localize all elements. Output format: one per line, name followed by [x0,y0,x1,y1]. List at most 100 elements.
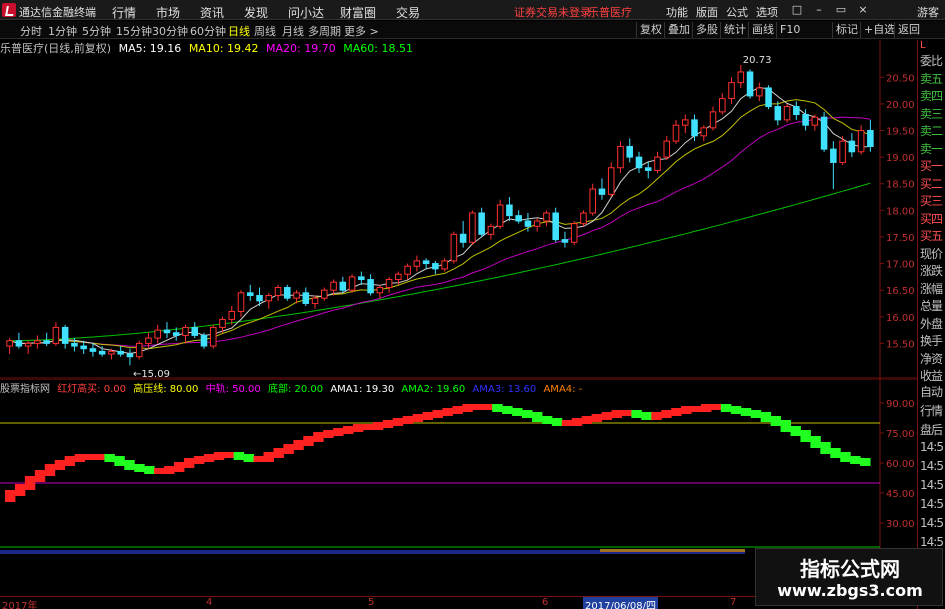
menu-hangqing[interactable]: 行情 [112,4,136,21]
indicator-item-2: 高压线: 80.00 [133,384,199,395]
candlestick-chart[interactable]: 20.50 20.00 19.50 19.00 18.50 18.00 17.50 17.00… [0,40,917,379]
user-guest[interactable]: 游客 [917,4,939,20]
menu-shichang[interactable]: 市场 [156,4,180,21]
window-minimize-icon[interactable]: – [812,3,826,17]
menu-banmian[interactable]: 版面 [696,4,718,20]
candle-down [524,220,532,227]
candle-up [607,167,615,195]
tab-fenshi[interactable]: 分时 [20,23,42,39]
candle-up [450,233,458,262]
tab-monthly[interactable]: 月线 [282,23,304,39]
candle-up [672,124,680,142]
candle-down [635,156,643,169]
candle-up [108,350,115,355]
indicator-bar-up [601,412,613,420]
period-toolbar: 分时 1分钟 5分钟 15分钟 30分钟 60分钟 日线 周线 月线 多周期 更… [0,21,945,39]
indicator-bar-up [343,426,354,434]
indicator-item-7: AMA3: 13.60 [472,384,537,395]
candle-up [700,127,708,137]
candle-up [330,281,337,291]
menu-wenxiaoda[interactable]: 问小达 [288,4,324,21]
candle-down [367,279,374,294]
menu-xuanxiang[interactable]: 选项 [756,4,778,20]
candle-up [756,87,763,97]
indicator-bar-up [691,406,702,412]
tab-15min[interactable]: 15分钟 [116,23,152,39]
fuquan-button[interactable]: 复权 [636,22,665,38]
candle-up [617,145,624,169]
window-close-icon[interactable]: × [856,3,870,17]
back-button[interactable]: 返回 [894,22,923,38]
indicator-item-1: 红灯高买: 0.00 [57,384,127,395]
stats-button[interactable]: 统计 [720,22,749,38]
indicator-bar-up [203,454,215,462]
watermark-url: www.zbgs3.com [777,581,923,600]
indicator-bar-down [124,460,135,470]
tab-60min[interactable]: 60分钟 [190,23,226,39]
menu-jiaoyi[interactable]: 交易 [396,4,420,21]
f10-button[interactable]: F10 [776,22,803,38]
main-chart-header: 乐普医疗(日线,前复权) MA5: 19.16 MA10: 19.42 MA20… [0,40,417,55]
date-tick: 2017年 [2,601,38,609]
low-annotation: ←15.09 [133,369,170,379]
login-status[interactable]: 证券交易未登录 [514,4,591,20]
tab-multi-period[interactable]: 多周期 [308,23,341,39]
candle-down [691,119,698,137]
side-panel-lower-item: 14:5 [920,459,944,473]
candle-up [293,292,300,299]
side-panel-item: 净资 [920,351,943,366]
candle-down [765,87,772,108]
side-panel-lower-item[interactable]: 行情 [920,402,943,419]
menu-gongneng[interactable]: 功能 [666,4,688,20]
indicator-bar-down [800,430,811,442]
candle-up [265,294,273,302]
price-axis-label: 20.00 [886,100,915,111]
window-restore-icon[interactable]: □ [790,3,804,17]
date-tick: 6 [542,597,549,608]
side-panel-lower-item: 14:5 [920,478,944,492]
side-panel-lower-item[interactable]: 自动 [920,383,943,400]
side-panel-lower-item[interactable]: 盘后 [920,421,943,438]
candle-down [644,167,652,171]
menu-bar: 通达信金融终端 行情 市场 资讯 发现 问小达 财富圈 交易 证券交易未登录 乐… [0,0,945,20]
tab-more[interactable]: 更多 > [344,23,379,39]
window-maximize-icon[interactable]: ▭ [834,3,848,17]
draw-button[interactable]: 画线 [748,22,777,38]
indicator-bar-up [193,456,205,464]
candle-down [552,212,559,241]
side-panel-item: 委比 [920,54,943,68]
candle-down [71,342,78,347]
tab-5min[interactable]: 5分钟 [82,23,111,39]
menu-gongshi[interactable]: 公式 [726,4,748,20]
candle-up [34,340,41,344]
candle-down [126,353,134,358]
tab-30min[interactable]: 30分钟 [152,23,188,39]
indicator-bar-up [174,462,185,472]
candle-up [154,329,161,339]
menu-zixun[interactable]: 资讯 [200,4,224,21]
candle-up [209,326,217,347]
candle-up [709,111,717,129]
indicator-bar-down [631,410,642,418]
menu-caifuquan[interactable]: 财富圈 [340,4,376,21]
candle-up [783,106,791,121]
candle-down [830,148,837,163]
indicator-axis-label: 45.00 [886,489,915,500]
mark-button[interactable]: 标记 [832,22,861,38]
indicator-bar-up [313,432,324,442]
tab-1min[interactable]: 1分钟 [48,23,77,39]
indicator-bar-up [64,456,76,466]
add-favorite-button[interactable]: +自选 [860,22,898,38]
candle-up [219,318,226,328]
tab-daily[interactable]: 日线 [228,23,250,39]
candle-down [432,263,439,270]
multi-stock-button[interactable]: 多股 [692,22,721,38]
indicator-bar-down [790,426,801,436]
indicator-bar-up [164,466,175,474]
indicator-bar-down [820,442,831,454]
overlay-button[interactable]: 叠加 [664,22,693,38]
price-axis-label: 15.50 [886,339,915,350]
indicator-name[interactable]: 股票指标网 [0,384,50,395]
menu-faxian[interactable]: 发现 [244,4,268,21]
tab-weekly[interactable]: 周线 [254,23,276,39]
